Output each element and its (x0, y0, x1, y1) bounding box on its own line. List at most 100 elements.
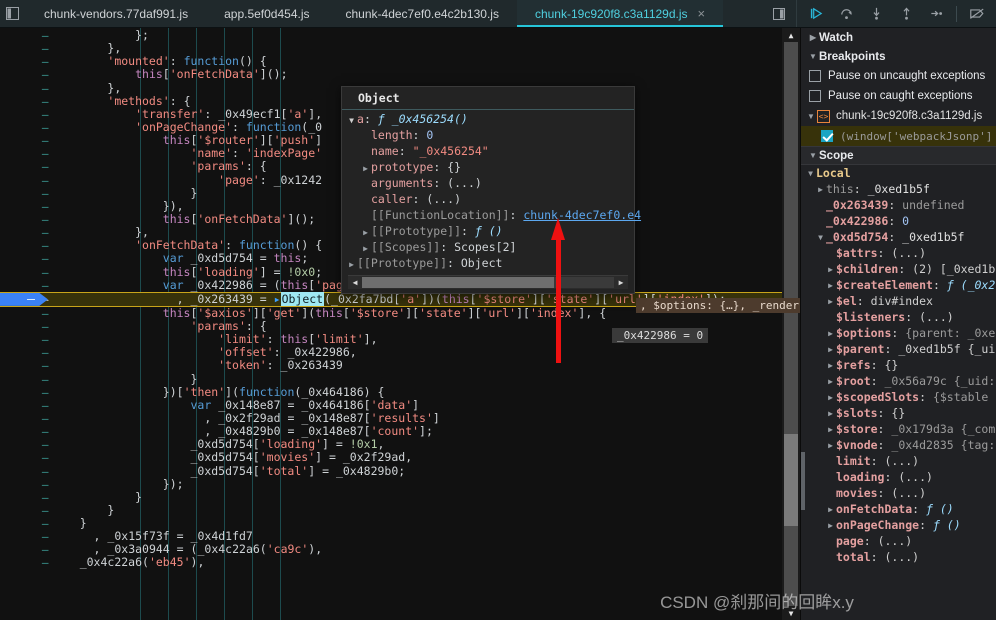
chevron-right-icon[interactable]: ▶ (825, 393, 836, 402)
chevron-right-icon[interactable]: ▶ (825, 441, 836, 450)
line-number[interactable]: — (0, 517, 49, 530)
chevron-right-icon[interactable]: ▶ (825, 329, 836, 338)
scope-variable-row[interactable]: ▶ this: _0xed1b5f (801, 181, 996, 197)
line-number[interactable]: — (0, 29, 49, 42)
tab-chunk-4dec7ef0[interactable]: chunk-4dec7ef0.e4c2b130.js (328, 0, 517, 27)
line-number[interactable]: — (0, 160, 49, 173)
scroll-up-icon[interactable]: ▲ (782, 28, 800, 42)
line-number[interactable]: — (0, 108, 49, 121)
panel-toggle-icon[interactable] (0, 0, 26, 27)
popup-property-row[interactable]: length: 0 (342, 127, 634, 143)
line-number[interactable]: — (0, 174, 49, 187)
tab-chunk-19c920f8[interactable]: chunk-19c920f8.c3a1129d.js × (516, 0, 724, 27)
scope-variable-row[interactable]: limit: (...) (801, 453, 996, 469)
scrollbar-thumb[interactable] (362, 277, 554, 288)
code-line[interactable]: — _0x4c22a6('eb45'), (0, 556, 782, 570)
scroll-down-icon[interactable]: ▼ (782, 606, 800, 620)
object-preview-popup[interactable]: Object ▼ a: ƒ _0x456254() length: 0 name: "… (341, 86, 641, 294)
variable-value[interactable]: (...) (919, 310, 954, 324)
line-number[interactable]: — (0, 213, 49, 226)
line-number[interactable]: — (0, 266, 49, 279)
line-number[interactable]: — (0, 438, 49, 451)
sidebar-section-scope[interactable]: ▼ Scope (801, 146, 996, 165)
scope-variable-row[interactable]: $attrs: (...) (801, 245, 996, 261)
variable-value[interactable]: {} (891, 406, 905, 420)
variable-value[interactable]: 0 (902, 214, 909, 228)
chevron-right-icon[interactable]: ▶ (825, 521, 836, 530)
close-icon[interactable]: × (698, 7, 706, 20)
line-number[interactable]: — (0, 134, 49, 147)
breakpoint-file-row[interactable]: ▼ <> chunk-19c920f8.c3a1129d.js (801, 106, 996, 126)
sidebar-scrollbar-thumb[interactable] (801, 452, 805, 510)
line-number[interactable]: — (0, 530, 49, 543)
line-number[interactable]: — (0, 425, 49, 438)
line-number[interactable]: — (0, 82, 49, 95)
tab-app[interactable]: app.5ef0d454.js (206, 0, 327, 27)
deactivate-breakpoints-icon[interactable] (964, 1, 990, 27)
line-number[interactable]: — (0, 556, 49, 569)
line-number[interactable]: — (0, 279, 49, 292)
line-number[interactable]: — (0, 200, 49, 213)
breakpoint-entry-row[interactable]: (window['webpackJsonp'] (801, 126, 996, 146)
chevron-right-icon[interactable]: ▶ (825, 505, 836, 514)
scope-variable-row[interactable]: ▶ $children: (2) [_0xed1b (801, 261, 996, 277)
line-number[interactable]: — (0, 465, 49, 478)
resume-icon[interactable] (803, 1, 829, 27)
scope-variable-row[interactable]: loading: (...) (801, 469, 996, 485)
line-number[interactable]: — (0, 42, 49, 55)
line-number[interactable]: — (0, 68, 49, 81)
line-number[interactable]: — (0, 359, 49, 372)
line-number[interactable]: — (0, 491, 49, 504)
checkbox[interactable] (809, 90, 821, 102)
line-number[interactable]: — (0, 239, 49, 252)
line-number[interactable]: — (0, 412, 49, 425)
code-line[interactable]: — } (0, 490, 782, 504)
scope-variable-row[interactable]: ▶ $refs: {} (801, 357, 996, 373)
variable-value[interactable]: div#index (871, 294, 933, 308)
variable-value[interactable]: undefined (902, 198, 964, 212)
scope-variable-row[interactable]: total: (...) (801, 549, 996, 565)
scroll-right-icon[interactable]: ▶ (614, 276, 628, 289)
step-icon[interactable] (923, 1, 949, 27)
popup-property-row[interactable]: ▶ [[Prototype]]: ƒ () (342, 223, 634, 239)
chevron-right-icon[interactable]: ▶ (815, 185, 826, 194)
variable-value[interactable]: ƒ () (933, 518, 961, 532)
tab-chunk-vendors[interactable]: chunk-vendors.77daf991.js (26, 0, 206, 27)
scope-variable-row[interactable]: ▶ $scopedSlots: {$stable (801, 389, 996, 405)
scope-variable-row[interactable]: _0x263439: undefined (801, 197, 996, 213)
chevron-right-icon[interactable]: ▶ (360, 161, 371, 177)
scope-variable-row[interactable]: ▶ onPageChange: ƒ () (801, 517, 996, 533)
code-line[interactable]: — } (0, 503, 782, 517)
popup-property-row[interactable]: ▶ [[Scopes]]: Scopes[2] (342, 239, 634, 255)
line-number[interactable]: — (0, 252, 49, 265)
popup-property-row[interactable]: ▼ a: ƒ _0x456254() (342, 111, 634, 127)
line-number[interactable]: — (0, 543, 49, 556)
scope-variable-row[interactable]: ▶ $createElement: ƒ (_0x2 (801, 277, 996, 293)
line-number[interactable]: — (0, 478, 49, 491)
line-number[interactable]: — (0, 504, 49, 517)
step-into-icon[interactable] (863, 1, 889, 27)
line-number[interactable]: — (0, 346, 49, 359)
line-number[interactable]: — (0, 373, 49, 386)
popup-property-row[interactable]: [[FunctionLocation]]: chunk-4dec7ef0.e4 (342, 207, 641, 223)
sidebar-section-breakpoints[interactable]: ▼ Breakpoints (801, 47, 996, 66)
property-value-link[interactable]: chunk-4dec7ef0.e4 (523, 207, 641, 223)
scope-variable-row[interactable]: ▼ _0xd5d754: _0xed1b5f (801, 229, 996, 245)
variable-value[interactable]: {$stable (933, 390, 988, 404)
variable-value[interactable]: ƒ () (926, 502, 954, 516)
variable-value[interactable]: (2) [_0xed1b (912, 262, 995, 276)
scope-variable-row[interactable]: ▶ onFetchData: ƒ () (801, 501, 996, 517)
popup-horizontal-scrollbar[interactable]: ◀ ▶ (348, 275, 628, 289)
popup-property-row[interactable]: caller: (...) (342, 191, 634, 207)
scope-variable-row[interactable]: ▶ $el: div#index (801, 293, 996, 309)
variable-value[interactable]: _0x4d2835 {tag: (891, 438, 995, 452)
variable-value[interactable]: (...) (891, 246, 926, 260)
editor-vertical-scrollbar[interactable]: ▲ ▼ (782, 28, 800, 620)
scope-variable-row[interactable]: movies: (...) (801, 485, 996, 501)
chevron-down-icon[interactable]: ▼ (346, 113, 357, 129)
line-number[interactable]: — (0, 95, 49, 108)
variable-value[interactable]: {parent: _0xe (905, 326, 995, 340)
variable-value[interactable]: _0xed1b5f (902, 230, 964, 244)
chevron-right-icon[interactable]: ▶ (825, 377, 836, 386)
more-tabs-icon[interactable] (762, 0, 796, 27)
